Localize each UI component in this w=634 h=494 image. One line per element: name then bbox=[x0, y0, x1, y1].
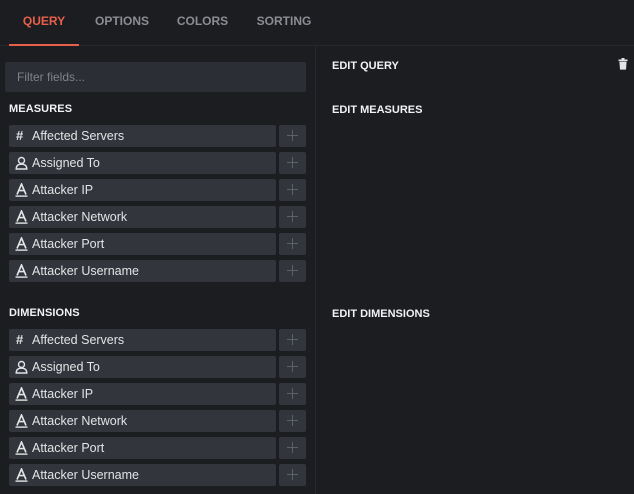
edit-query-title: EDIT QUERY bbox=[332, 60, 399, 72]
measure-field-attacker-username[interactable]: Attacker Username bbox=[9, 260, 276, 282]
add-dimension-button[interactable] bbox=[279, 329, 306, 351]
trash-icon[interactable] bbox=[618, 57, 628, 70]
field-label: Affected Servers bbox=[32, 129, 125, 143]
field-label: Attacker Username bbox=[32, 468, 139, 482]
text-icon bbox=[15, 414, 28, 428]
dimension-field-row: Attacker Network bbox=[9, 410, 306, 432]
measure-field-attacker-ip[interactable]: Attacker IP bbox=[9, 179, 276, 201]
measure-field-row: Attacker Port bbox=[9, 233, 306, 255]
add-measure-button[interactable] bbox=[279, 179, 306, 201]
tab-options[interactable]: OPTIONS bbox=[86, 0, 158, 46]
number-icon: # bbox=[16, 332, 24, 347]
add-dimension-button[interactable] bbox=[279, 437, 306, 459]
dimension-field-row: Assigned To bbox=[9, 356, 306, 378]
dimension-field-row: Attacker Username bbox=[9, 464, 306, 486]
measures-title: MEASURES bbox=[9, 103, 73, 115]
dimensions-title: DIMENSIONS bbox=[9, 307, 80, 319]
dimension-field-row: Attacker Port bbox=[9, 437, 306, 459]
measure-field-row: Attacker Username bbox=[9, 260, 306, 282]
field-label: Assigned To bbox=[32, 360, 100, 374]
measure-field-row: # Affected Servers bbox=[9, 125, 306, 147]
text-icon bbox=[15, 441, 28, 455]
dimension-field-attacker-network[interactable]: Attacker Network bbox=[9, 410, 276, 432]
add-measure-button[interactable] bbox=[279, 260, 306, 282]
add-dimension-button[interactable] bbox=[279, 464, 306, 486]
field-label: Attacker IP bbox=[32, 387, 94, 401]
measures-list: # Affected Servers Assigned To Attacker … bbox=[9, 125, 306, 287]
text-icon bbox=[15, 183, 28, 197]
text-icon bbox=[15, 237, 28, 251]
text-icon bbox=[15, 264, 28, 278]
tab-bar: QUERY OPTIONS COLORS SORTING bbox=[0, 0, 634, 46]
measure-field-row: Attacker Network bbox=[9, 206, 306, 228]
dimension-field-row: Attacker IP bbox=[9, 383, 306, 405]
add-dimension-button[interactable] bbox=[279, 383, 306, 405]
field-label: Attacker Port bbox=[32, 237, 105, 251]
panel-divider bbox=[315, 46, 316, 494]
edit-measures-title: EDIT MEASURES bbox=[332, 104, 423, 116]
field-label: Attacker Username bbox=[32, 264, 139, 278]
user-icon bbox=[15, 156, 28, 170]
text-icon bbox=[15, 468, 28, 482]
user-icon bbox=[15, 360, 28, 374]
dimension-field-assigned-to[interactable]: Assigned To bbox=[9, 356, 276, 378]
tab-query[interactable]: QUERY bbox=[9, 0, 79, 46]
tab-sorting[interactable]: SORTING bbox=[250, 0, 318, 46]
field-label: Attacker IP bbox=[32, 183, 94, 197]
measure-field-attacker-port[interactable]: Attacker Port bbox=[9, 233, 276, 255]
dimension-field-affected-servers[interactable]: # Affected Servers bbox=[9, 329, 276, 351]
field-label: Attacker Network bbox=[32, 414, 128, 428]
add-measure-button[interactable] bbox=[279, 152, 306, 174]
dimension-field-attacker-port[interactable]: Attacker Port bbox=[9, 437, 276, 459]
measure-field-row: Attacker IP bbox=[9, 179, 306, 201]
field-label: Attacker Port bbox=[32, 441, 105, 455]
dimension-field-row: # Affected Servers bbox=[9, 329, 306, 351]
add-measure-button[interactable] bbox=[279, 206, 306, 228]
measure-field-assigned-to[interactable]: Assigned To bbox=[9, 152, 276, 174]
text-icon bbox=[15, 387, 28, 401]
field-label: Affected Servers bbox=[32, 333, 125, 347]
field-label: Attacker Network bbox=[32, 210, 128, 224]
query-editor: QUERY OPTIONS COLORS SORTING MEASURES # … bbox=[0, 0, 634, 494]
add-dimension-button[interactable] bbox=[279, 410, 306, 432]
add-measure-button[interactable] bbox=[279, 233, 306, 255]
measure-field-attacker-network[interactable]: Attacker Network bbox=[9, 206, 276, 228]
text-icon bbox=[15, 210, 28, 224]
field-label: Assigned To bbox=[32, 156, 100, 170]
filter-fields-input[interactable] bbox=[5, 62, 306, 92]
tab-colors[interactable]: COLORS bbox=[170, 0, 235, 46]
add-dimension-button[interactable] bbox=[279, 356, 306, 378]
number-icon: # bbox=[16, 128, 24, 143]
add-measure-button[interactable] bbox=[279, 125, 306, 147]
edit-dimensions-title: EDIT DIMENSIONS bbox=[332, 308, 430, 320]
dimensions-list: # Affected Servers Assigned To Attacker … bbox=[9, 329, 306, 491]
dimension-field-attacker-ip[interactable]: Attacker IP bbox=[9, 383, 276, 405]
measure-field-row: Assigned To bbox=[9, 152, 306, 174]
measure-field-affected-servers[interactable]: # Affected Servers bbox=[9, 125, 276, 147]
dimension-field-attacker-username[interactable]: Attacker Username bbox=[9, 464, 276, 486]
